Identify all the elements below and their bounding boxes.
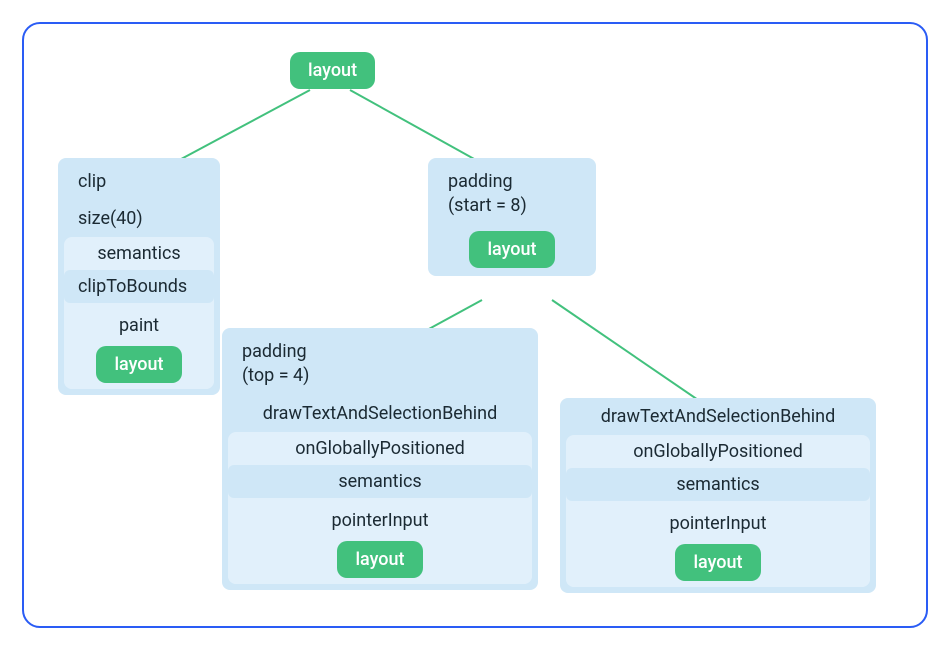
- branch-d-row-1: onGloballyPositioned: [566, 435, 870, 468]
- branch-d-row-2: semantics: [566, 468, 870, 501]
- branch-clip-leaf: layout: [96, 346, 181, 383]
- branch-clip-title: clip: [64, 164, 214, 202]
- branch-padding-top: padding (top = 4) drawTextAndSelectionBe…: [222, 328, 538, 590]
- branch-c-row-3: pointerInput: [232, 504, 528, 537]
- branch-padding-start: padding (start = 8) layout: [428, 158, 596, 276]
- branch-padding-start-title: padding (start = 8): [434, 164, 590, 227]
- branch-c-row-0: drawTextAndSelectionBehind: [228, 397, 532, 430]
- root-label: layout: [290, 52, 375, 89]
- branch-d-row-0: drawTextAndSelectionBehind: [566, 404, 870, 433]
- branch-clip-row-0: size(40): [64, 202, 214, 235]
- branch-c-row-1: onGloballyPositioned: [228, 432, 532, 465]
- branch-d-row-3: pointerInput: [570, 507, 866, 540]
- branch-clip-row-1: semantics: [64, 237, 214, 270]
- branch-c-row-2: semantics: [228, 465, 532, 498]
- branch-clip: clip size(40) semantics clipToBounds pai…: [58, 158, 220, 395]
- branch-right: drawTextAndSelectionBehind onGloballyPos…: [560, 398, 876, 593]
- root-node: layout: [290, 52, 375, 89]
- branch-clip-row-2: clipToBounds: [64, 270, 214, 303]
- branch-padding-start-leaf: layout: [469, 231, 554, 268]
- branch-c-leaf: layout: [337, 541, 422, 578]
- branch-clip-row-3: paint: [68, 309, 210, 342]
- branch-padding-top-title: padding (top = 4): [228, 334, 532, 397]
- branch-d-leaf: layout: [675, 544, 760, 581]
